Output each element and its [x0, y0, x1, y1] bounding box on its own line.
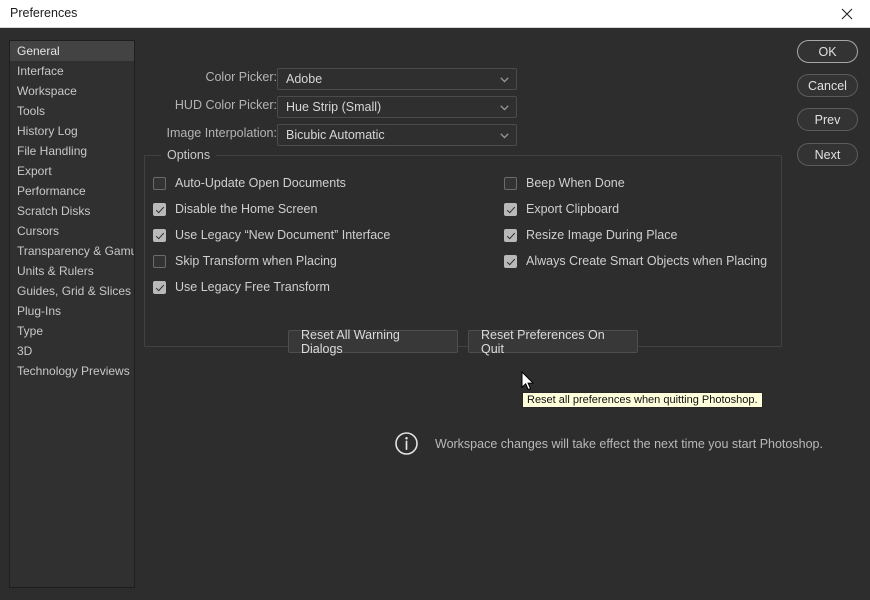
- sidebar-item-3d[interactable]: 3D: [10, 341, 134, 361]
- field-row: HUD Color Picker: Hue Strip (Small): [0, 96, 870, 118]
- select-value: Adobe: [286, 72, 322, 86]
- select-value: Hue Strip (Small): [286, 100, 381, 114]
- checkbox-unchecked-icon[interactable]: [153, 255, 166, 268]
- sidebar-item-label: Scratch Disks: [17, 204, 90, 218]
- sidebar-item-label: Export: [17, 164, 52, 178]
- sidebar-item-label: Units & Rulers: [17, 264, 94, 278]
- checkbox-checked-icon[interactable]: [504, 255, 517, 268]
- field-label: HUD Color Picker:: [175, 98, 277, 112]
- workspace-note: Workspace changes will take effect the n…: [394, 431, 823, 456]
- checkbox-label: Use Legacy “New Document” Interface: [175, 228, 390, 242]
- checkbox-checked-icon[interactable]: [504, 203, 517, 216]
- checkbox-row-resize-image-during-place[interactable]: Resize Image During Place: [504, 228, 677, 242]
- select-hud-color-picker[interactable]: Hue Strip (Small): [277, 96, 517, 118]
- checkbox-row-export-clipboard[interactable]: Export Clipboard: [504, 202, 619, 216]
- checkbox-row-use-legacy-new-document-interface[interactable]: Use Legacy “New Document” Interface: [153, 228, 390, 242]
- sidebar-item-scratch-disks[interactable]: Scratch Disks: [10, 201, 134, 221]
- chevron-down-icon: [500, 105, 509, 111]
- checkbox-label: Auto-Update Open Documents: [175, 176, 346, 190]
- options-group-title: Options: [161, 148, 216, 162]
- checkbox-label: Use Legacy Free Transform: [175, 280, 330, 294]
- sidebar-item-units-rulers[interactable]: Units & Rulers: [10, 261, 134, 281]
- tooltip-text: Reset all preferences when quitting Phot…: [527, 394, 758, 406]
- field-label: Image Interpolation:: [167, 126, 278, 140]
- field-row: Color Picker: Adobe: [0, 68, 870, 90]
- mouse-cursor: [521, 371, 535, 392]
- title-bar: Preferences: [0, 0, 870, 28]
- checkbox-row-beep-when-done[interactable]: Beep When Done: [504, 176, 625, 190]
- close-button[interactable]: [824, 0, 870, 27]
- sidebar-item-label: 3D: [17, 344, 32, 358]
- checkbox-row-always-create-smart-objects-when-placing[interactable]: Always Create Smart Objects when Placing: [504, 254, 767, 268]
- sidebar-item-label: Guides, Grid & Slices: [17, 284, 131, 298]
- button-reset-preferences-on-quit[interactable]: Reset Preferences On Quit: [468, 330, 638, 353]
- select-color-picker[interactable]: Adobe: [277, 68, 517, 90]
- close-icon: [841, 8, 853, 20]
- sidebar-item-label: Cursors: [17, 224, 59, 238]
- window-title: Preferences: [10, 6, 77, 20]
- chevron-down-icon: [500, 133, 509, 139]
- checkbox-row-auto-update-open-documents[interactable]: Auto-Update Open Documents: [153, 176, 346, 190]
- sidebar-item-plug-ins[interactable]: Plug-Ins: [10, 301, 134, 321]
- sidebar-item-technology-previews[interactable]: Technology Previews: [10, 361, 134, 381]
- button-next[interactable]: Next: [797, 143, 858, 166]
- sidebar-item-label: Technology Previews: [17, 364, 130, 378]
- info-icon: [394, 431, 419, 456]
- preferences-dialog: GeneralInterfaceWorkspaceToolsHistory Lo…: [0, 28, 870, 600]
- sidebar-item-guides-grid-slices[interactable]: Guides, Grid & Slices: [10, 281, 134, 301]
- checkbox-checked-icon[interactable]: [153, 281, 166, 294]
- checkbox-row-skip-transform-when-placing[interactable]: Skip Transform when Placing: [153, 254, 337, 268]
- select-value: Bicubic Automatic: [286, 128, 385, 142]
- button-label: Next: [815, 148, 841, 162]
- checkbox-label: Export Clipboard: [526, 202, 619, 216]
- sidebar-item-label: General: [17, 44, 60, 58]
- button-ok[interactable]: OK: [797, 40, 858, 63]
- sidebar-item-label: File Handling: [17, 144, 87, 158]
- sidebar-item-transparency-gamut[interactable]: Transparency & Gamut: [10, 241, 134, 261]
- checkbox-unchecked-icon[interactable]: [504, 177, 517, 190]
- sidebar-item-type[interactable]: Type: [10, 321, 134, 341]
- button-label: Prev: [815, 113, 841, 127]
- sidebar-item-performance[interactable]: Performance: [10, 181, 134, 201]
- button-prev[interactable]: Prev: [797, 108, 858, 131]
- workspace-note-text: Workspace changes will take effect the n…: [435, 437, 823, 451]
- button-label: Reset All Warning Dialogs: [301, 328, 445, 356]
- sidebar-item-general[interactable]: General: [10, 41, 134, 61]
- sidebar-item-label: Plug-Ins: [17, 304, 61, 318]
- checkbox-label: Always Create Smart Objects when Placing: [526, 254, 767, 268]
- category-list[interactable]: GeneralInterfaceWorkspaceToolsHistory Lo…: [9, 40, 135, 588]
- options-group: Options Auto-Update Open DocumentsDisabl…: [144, 155, 782, 347]
- checkbox-checked-icon[interactable]: [504, 229, 517, 242]
- chevron-down-icon: [500, 77, 509, 83]
- checkbox-row-disable-the-home-screen[interactable]: Disable the Home Screen: [153, 202, 317, 216]
- checkbox-label: Skip Transform when Placing: [175, 254, 337, 268]
- button-label: OK: [818, 45, 836, 59]
- sidebar-item-cursors[interactable]: Cursors: [10, 221, 134, 241]
- button-label: Cancel: [808, 79, 847, 93]
- checkbox-label: Beep When Done: [526, 176, 625, 190]
- checkbox-checked-icon[interactable]: [153, 203, 166, 216]
- button-cancel[interactable]: Cancel: [797, 74, 858, 97]
- checkbox-label: Resize Image During Place: [526, 228, 677, 242]
- checkbox-row-use-legacy-free-transform[interactable]: Use Legacy Free Transform: [153, 280, 330, 294]
- field-label: Color Picker:: [205, 70, 277, 84]
- tooltip: Reset all preferences when quitting Phot…: [522, 392, 763, 408]
- sidebar-item-label: Performance: [17, 184, 86, 198]
- sidebar-item-label: Type: [17, 324, 43, 338]
- sidebar-item-export[interactable]: Export: [10, 161, 134, 181]
- button-reset-all-warning-dialogs[interactable]: Reset All Warning Dialogs: [288, 330, 458, 353]
- checkbox-label: Disable the Home Screen: [175, 202, 317, 216]
- sidebar-item-label: Transparency & Gamut: [17, 244, 135, 258]
- checkbox-checked-icon[interactable]: [153, 229, 166, 242]
- select-image-interpolation[interactable]: Bicubic Automatic: [277, 124, 517, 146]
- button-label: Reset Preferences On Quit: [481, 328, 625, 356]
- checkbox-unchecked-icon[interactable]: [153, 177, 166, 190]
- field-row: Image Interpolation: Bicubic Automatic: [0, 124, 870, 146]
